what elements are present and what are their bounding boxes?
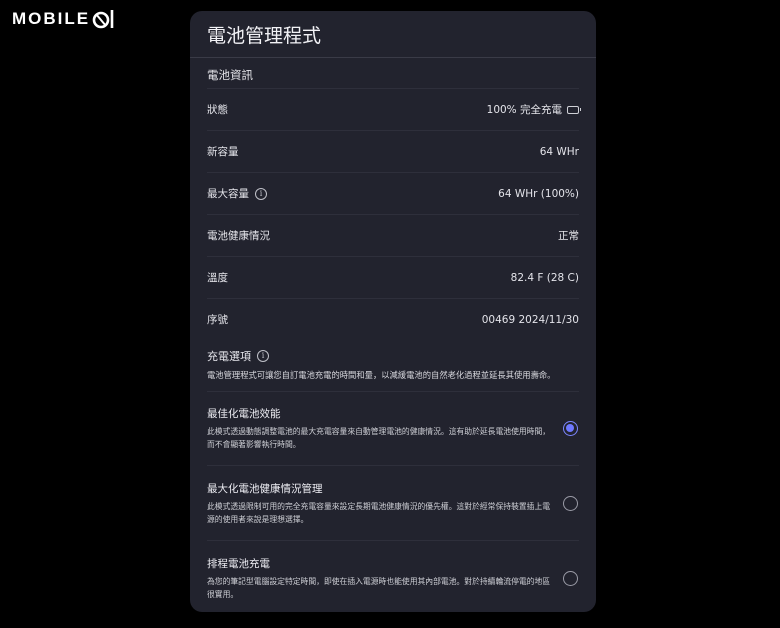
info-icon[interactable]: i [257, 350, 269, 362]
max-capacity-label: 最大容量 [207, 188, 249, 200]
new-capacity-label: 新容量 [207, 146, 239, 158]
option-scheduled-charging[interactable]: 排程電池充電 為您的筆記型電腦設定特定時間，即使在插入電源時也能使用其內部電池。… [207, 541, 579, 612]
battery-manager-window: 電池管理程式 電池資訊 狀態 100% 完全充電 新容量 64 WHr 最大容量… [190, 11, 596, 612]
info-row-serial: 序號 00469 2024/11/30 [207, 298, 579, 340]
health-value: 正常 [558, 230, 579, 242]
info-icon[interactable]: i [255, 187, 267, 200]
option-description-line2: 源的使用者來說是理想選擇。 [207, 514, 309, 524]
logo-01-icon [92, 10, 114, 29]
option-description-line1: 此模式透過動態調整電池的最大充電容量來自動管理電池的健康情況。這有助於延長電池使… [207, 427, 551, 436]
option-title: 最佳化電池效能 [207, 408, 281, 420]
charge-options-heading: 充電選項 [207, 350, 251, 363]
option-optimize-performance[interactable]: 最佳化電池效能 此模式透過動態調整電池的最大充電容量來自動管理電池的健康情況。這… [207, 392, 579, 466]
option-title: 最大化電池健康情況管理 [207, 482, 323, 495]
option-description-line2: 很實用。 [207, 589, 239, 599]
info-row-status: 狀態 100% 完全充電 [207, 88, 581, 130]
title-bar: 電池管理程式 [190, 11, 596, 58]
health-label: 電池健康情況 [207, 230, 270, 242]
new-capacity-value: 64 WHr [539, 145, 579, 158]
battery-charging-icon [567, 105, 581, 114]
option-title: 排程電池充電 [207, 557, 270, 570]
status-value: 100% 完全充電 [486, 104, 562, 116]
temperature-label: 溫度 [207, 272, 228, 284]
radio-scheduled-charging[interactable] [563, 570, 578, 586]
serial-value: 00469 2024/11/30 [481, 313, 579, 326]
info-row-temperature: 溫度 82.4 F (28 C) [207, 256, 579, 298]
option-description-line2: 而不會顯著影響執行時間。 [207, 440, 301, 449]
option-maximize-health[interactable]: 最大化電池健康情況管理 此模式透過限制可用的完全充電容量來設定長期電池健康情況的… [207, 466, 579, 541]
info-row-max-capacity: 最大容量 i 64 WHr (100%) [207, 172, 579, 214]
logo-text: MOBILE [12, 9, 91, 28]
option-description-line1: 為您的筆記型電腦設定特定時間，即使在插入電源時也能使用其內部電池。對於持續輪流停… [207, 576, 551, 586]
charge-options-description: 電池管理程式可讓您自訂電池充電的時間和量，以減緩電池的自然老化過程並延長其使用壽… [207, 369, 579, 392]
temperature-value: 82.4 F (28 C) [510, 271, 579, 284]
max-capacity-value: 64 WHr (100%) [498, 187, 579, 200]
info-row-new-capacity: 新容量 64 WHr [207, 130, 579, 172]
radio-maximize-health[interactable] [563, 495, 578, 511]
battery-info-heading: 電池資訊 [207, 68, 253, 82]
mobile01-logo: MOBILE [12, 8, 116, 30]
radio-optimize-performance[interactable] [563, 421, 578, 436]
serial-label: 序號 [207, 314, 228, 326]
option-description-line1: 此模式透過限制可用的完全充電容量來設定長期電池健康情況的優先權。這對於經常保持裝… [207, 501, 551, 511]
info-row-health: 電池健康情況 正常 [207, 214, 579, 256]
app-title: 電池管理程式 [207, 24, 322, 47]
charge-options-heading-row: 充電選項 i [207, 348, 579, 364]
status-label: 狀態 [207, 104, 228, 116]
